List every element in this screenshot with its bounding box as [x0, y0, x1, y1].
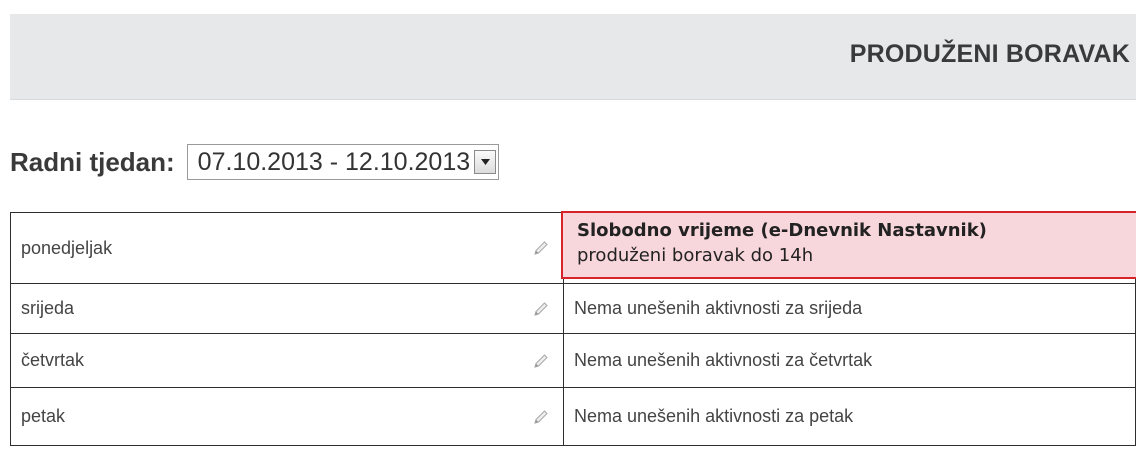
pencil-icon[interactable]: [533, 301, 549, 317]
day-label: srijeda: [21, 298, 75, 318]
activity-title: Slobodno vrijeme (e-Dnevnik Nastavnik): [577, 220, 987, 241]
page-title: PRODUŽENI BORAVAK: [849, 40, 1130, 68]
day-cell: srijeda: [10, 283, 564, 334]
no-activity-text: Nema unešenih aktivnosti za srijeda: [574, 298, 863, 318]
no-activity-text: Nema unešenih aktivnosti za petak: [574, 406, 854, 426]
activity-cell: Nema unešenih aktivnosti za petak: [563, 387, 1136, 446]
pencil-icon[interactable]: [533, 353, 549, 369]
activity-cell: Slobodno vrijeme (e-Dnevnik Nastavnik) p…: [561, 211, 1136, 284]
pencil-icon[interactable]: [533, 409, 549, 425]
no-activity-text: Nema unešenih aktivnosti za četvrtak: [574, 350, 873, 370]
page-header: PRODUŽENI BORAVAK: [10, 14, 1136, 100]
schedule-table: ponedjeljak Slobodno vrijeme (e-Dnevnik …: [10, 211, 1136, 446]
day-cell: ponedjeljak: [10, 212, 564, 284]
table-row: srijeda Nema unešenih aktivnosti za srij…: [10, 283, 1136, 334]
table-row: četvrtak Nema unešenih aktivnosti za čet…: [10, 333, 1136, 388]
week-label: Radni tjedan:: [10, 146, 175, 177]
table-row: petak Nema unešenih aktivnosti za petak: [10, 387, 1136, 446]
table-row: ponedjeljak Slobodno vrijeme (e-Dnevnik …: [10, 211, 1136, 284]
activity-description: produženi boravak do 14h: [577, 245, 814, 266]
week-select[interactable]: 07.10.2013 - 12.10.2013: [186, 144, 500, 180]
activity-cell: Nema unešenih aktivnosti za četvrtak: [563, 333, 1136, 388]
day-cell: četvrtak: [10, 333, 564, 388]
week-select-value: 07.10.2013 - 12.10.2013: [197, 147, 471, 176]
activity-cell: Nema unešenih aktivnosti za srijeda: [563, 283, 1136, 334]
day-label: četvrtak: [21, 350, 85, 370]
week-selector-row: Radni tjedan: 07.10.2013 - 12.10.2013: [10, 142, 500, 182]
day-label: ponedjeljak: [21, 237, 113, 258]
chevron-down-icon[interactable]: [474, 150, 497, 174]
pencil-icon[interactable]: [533, 240, 549, 256]
day-label: petak: [21, 406, 66, 426]
activity-entry[interactable]: Slobodno vrijeme (e-Dnevnik Nastavnik) p…: [561, 211, 1136, 279]
day-cell: petak: [10, 387, 564, 446]
